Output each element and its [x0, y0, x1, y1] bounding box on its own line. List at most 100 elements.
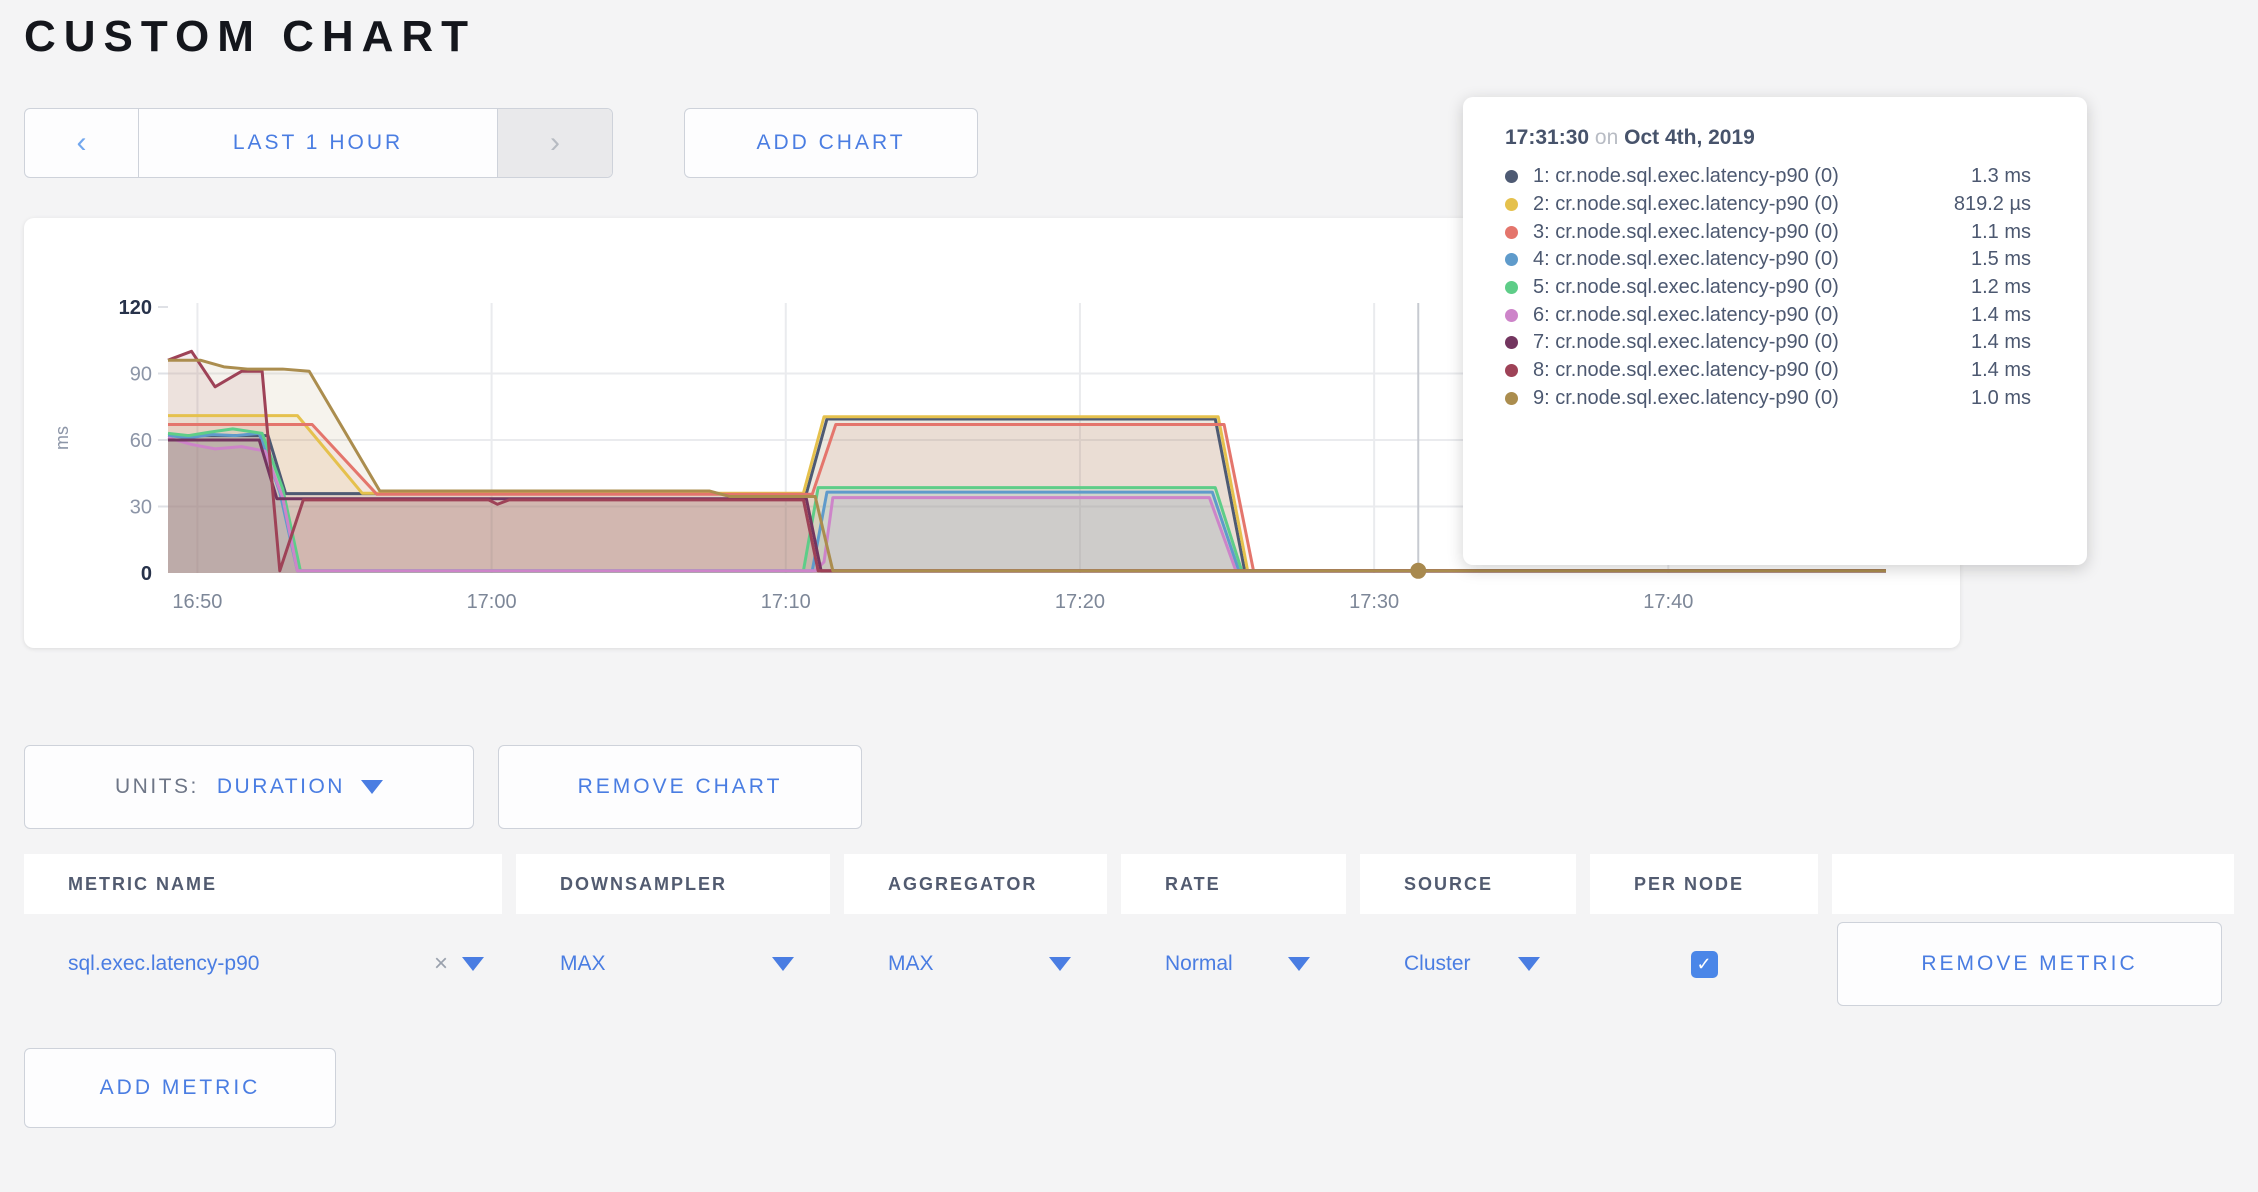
units-dropdown[interactable]: UNITS: DURATION: [24, 745, 474, 829]
source-dropdown[interactable]: Cluster: [1360, 952, 1576, 976]
header-actions: [1832, 854, 2234, 914]
tooltip-series-row: 7: cr.node.sql.exec.latency-p90 (0)1.4 m…: [1505, 329, 2031, 357]
series-label: 8: cr.node.sql.exec.latency-p90 (0): [1533, 359, 1971, 382]
custom-chart-page: CUSTOM CHART ‹ LAST 1 HOUR › ADD CHART 0…: [0, 12, 2258, 1128]
time-window-selector: ‹ LAST 1 HOUR ›: [24, 108, 613, 178]
series-value: 1.4 ms: [1971, 304, 2031, 327]
header-downsampler: DOWNSAMPLER: [516, 854, 830, 914]
svg-text:17:40: 17:40: [1643, 591, 1693, 613]
aggregator-dropdown[interactable]: MAX: [844, 952, 1107, 976]
series-value: 1.4 ms: [1971, 359, 2031, 382]
remove-chart-button[interactable]: REMOVE CHART: [498, 745, 862, 829]
chevron-down-icon: [772, 957, 794, 971]
units-label: UNITS:: [115, 775, 199, 799]
chevron-down-icon: [1518, 957, 1540, 971]
metric-name-value: sql.exec.latency-p90: [68, 952, 259, 976]
series-label: 6: cr.node.sql.exec.latency-p90 (0): [1533, 304, 1971, 327]
clear-metric-icon[interactable]: ×: [434, 950, 448, 978]
series-label: 5: cr.node.sql.exec.latency-p90 (0): [1533, 276, 1971, 299]
svg-text:60: 60: [130, 430, 152, 452]
svg-text:17:20: 17:20: [1055, 591, 1105, 613]
svg-text:17:30: 17:30: [1349, 591, 1399, 613]
metrics-table-header: METRIC NAME DOWNSAMPLER AGGREGATOR RATE …: [24, 854, 2234, 914]
tooltip-date: Oct 4th, 2019: [1624, 126, 1755, 149]
rate-value: Normal: [1165, 952, 1233, 976]
tooltip-series-row: 8: cr.node.sql.exec.latency-p90 (0)1.4 m…: [1505, 357, 2031, 385]
remove-metric-button[interactable]: REMOVE METRIC: [1837, 922, 2222, 1006]
series-color-dot: [1505, 281, 1518, 294]
units-value: DURATION: [217, 775, 345, 799]
metric-actions-cell: REMOVE METRIC: [1832, 922, 2234, 1006]
add-metric-button[interactable]: ADD METRIC: [24, 1048, 336, 1128]
header-aggregator: AGGREGATOR: [844, 854, 1107, 914]
series-color-dot: [1505, 198, 1518, 211]
series-value: 1.4 ms: [1971, 331, 2031, 354]
metrics-table: METRIC NAME DOWNSAMPLER AGGREGATOR RATE …: [24, 854, 2234, 1128]
series-value: 1.1 ms: [1971, 221, 2031, 244]
series-color-dot: [1505, 392, 1518, 405]
chevron-down-icon: [361, 780, 383, 794]
tooltip-series-row: 9: cr.node.sql.exec.latency-p90 (0)1.0 m…: [1505, 385, 2031, 413]
series-value: 819.2 µs: [1954, 193, 2031, 216]
tooltip-series-row: 2: cr.node.sql.exec.latency-p90 (0)819.2…: [1505, 191, 2031, 219]
page-title: CUSTOM CHART: [24, 12, 2234, 62]
series-color-dot: [1505, 364, 1518, 377]
checkmark-icon: ✓: [1696, 954, 1711, 975]
tooltip-series-row: 5: cr.node.sql.exec.latency-p90 (0)1.2 m…: [1505, 274, 2031, 302]
series-value: 1.5 ms: [1971, 248, 2031, 271]
chevron-down-icon: [462, 957, 484, 971]
metric-row: sql.exec.latency-p90 × MAX MAX Normal Cl…: [24, 914, 2234, 1014]
time-next-button[interactable]: ›: [497, 109, 612, 177]
tooltip-series-list: 1: cr.node.sql.exec.latency-p90 (0)1.3 m…: [1505, 163, 2031, 412]
svg-text:30: 30: [130, 497, 152, 519]
metric-name-dropdown[interactable]: sql.exec.latency-p90 ×: [24, 950, 502, 978]
svg-text:17:10: 17:10: [761, 591, 811, 613]
series-color-dot: [1505, 336, 1518, 349]
chevron-down-icon: [1049, 957, 1071, 971]
chevron-down-icon: [1288, 957, 1310, 971]
header-source: SOURCE: [1360, 854, 1576, 914]
downsampler-value: MAX: [560, 952, 606, 976]
series-color-dot: [1505, 226, 1518, 239]
header-rate: RATE: [1121, 854, 1346, 914]
series-label: 7: cr.node.sql.exec.latency-p90 (0): [1533, 331, 1971, 354]
series-color-dot: [1505, 309, 1518, 322]
tooltip-series-row: 1: cr.node.sql.exec.latency-p90 (0)1.3 m…: [1505, 163, 2031, 191]
tooltip-time: 17:31:30: [1505, 126, 1589, 149]
chevron-right-icon: ›: [550, 126, 560, 160]
chevron-left-icon: ‹: [77, 126, 87, 160]
time-prev-button[interactable]: ‹: [25, 109, 139, 177]
source-value: Cluster: [1404, 952, 1471, 976]
series-color-dot: [1505, 253, 1518, 266]
svg-text:120: 120: [119, 297, 152, 319]
aggregator-value: MAX: [888, 952, 934, 976]
per-node-checkbox[interactable]: ✓: [1691, 951, 1718, 978]
series-label: 4: cr.node.sql.exec.latency-p90 (0): [1533, 248, 1971, 271]
series-color-dot: [1505, 170, 1518, 183]
downsampler-dropdown[interactable]: MAX: [516, 952, 830, 976]
tooltip-on: on: [1595, 126, 1618, 149]
series-value: 1.2 ms: [1971, 276, 2031, 299]
series-value: 1.0 ms: [1971, 387, 2031, 410]
header-per-node: PER NODE: [1590, 854, 1818, 914]
svg-text:ms: ms: [52, 426, 72, 450]
series-label: 2: cr.node.sql.exec.latency-p90 (0): [1533, 193, 1954, 216]
add-chart-button[interactable]: ADD CHART: [684, 108, 978, 178]
tooltip-series-row: 3: cr.node.sql.exec.latency-p90 (0)1.1 m…: [1505, 218, 2031, 246]
header-metric-name: METRIC NAME: [24, 854, 502, 914]
series-value: 1.3 ms: [1971, 165, 2031, 188]
tooltip-series-row: 4: cr.node.sql.exec.latency-p90 (0)1.5 m…: [1505, 246, 2031, 274]
series-label: 9: cr.node.sql.exec.latency-p90 (0): [1533, 387, 1971, 410]
series-label: 3: cr.node.sql.exec.latency-p90 (0): [1533, 221, 1971, 244]
series-label: 1: cr.node.sql.exec.latency-p90 (0): [1533, 165, 1971, 188]
svg-text:0: 0: [141, 563, 152, 585]
tooltip-timestamp: 17:31:30 on Oct 4th, 2019: [1505, 123, 2031, 153]
svg-text:17:00: 17:00: [467, 591, 517, 613]
chart-hover-tooltip: 17:31:30 on Oct 4th, 2019 1: cr.node.sql…: [1463, 97, 2087, 565]
svg-text:90: 90: [130, 364, 152, 386]
rate-dropdown[interactable]: Normal: [1121, 952, 1346, 976]
tooltip-series-row: 6: cr.node.sql.exec.latency-p90 (0)1.4 m…: [1505, 301, 2031, 329]
chart-controls-row: UNITS: DURATION REMOVE CHART: [24, 745, 2234, 829]
time-range-button[interactable]: LAST 1 HOUR: [139, 109, 497, 177]
per-node-cell: ✓: [1590, 951, 1818, 978]
